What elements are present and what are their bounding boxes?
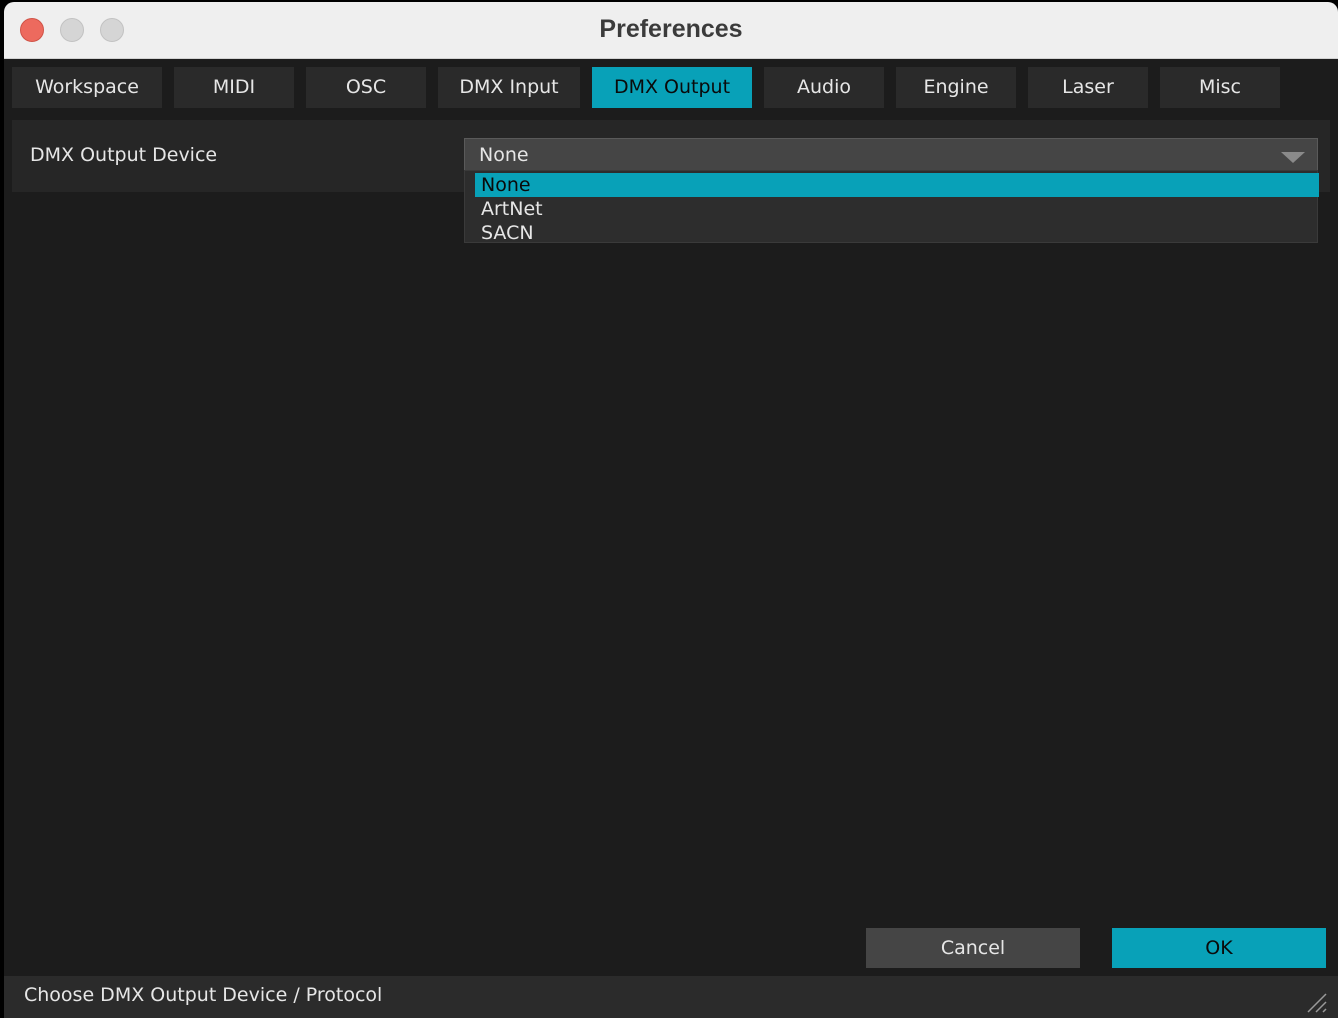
- option-sacn[interactable]: SACN: [475, 221, 1319, 245]
- tab-dmx-input[interactable]: DMX Input: [438, 67, 580, 108]
- dmx-output-device-label: DMX Output Device: [30, 144, 218, 166]
- ok-button[interactable]: OK: [1112, 928, 1326, 968]
- tab-audio[interactable]: Audio: [764, 67, 884, 108]
- tab-laser[interactable]: Laser: [1028, 67, 1148, 108]
- tab-dmx-output[interactable]: DMX Output: [592, 67, 752, 108]
- tab-workspace[interactable]: Workspace: [12, 67, 162, 108]
- device-dropdown-list: None ArtNet SACN: [464, 170, 1319, 245]
- tab-midi[interactable]: MIDI: [174, 67, 294, 108]
- status-text: Choose DMX Output Device / Protocol: [24, 984, 383, 1006]
- tab-engine[interactable]: Engine: [896, 67, 1016, 108]
- window-title: Preferences: [599, 15, 743, 43]
- tab-misc[interactable]: Misc: [1160, 67, 1280, 108]
- preferences-window: Preferences Workspace MIDI OSC DMX Input…: [4, 2, 1338, 1018]
- resize-grip-icon[interactable]: [1304, 990, 1328, 1014]
- option-none[interactable]: None: [475, 173, 1319, 197]
- cancel-button[interactable]: Cancel: [866, 928, 1080, 968]
- tab-osc[interactable]: OSC: [306, 67, 426, 108]
- title-bar[interactable]: Preferences: [4, 2, 1338, 59]
- select-current-value: None: [479, 144, 529, 166]
- chevron-down-icon: [1281, 152, 1305, 163]
- status-bar: Choose DMX Output Device / Protocol: [4, 976, 1338, 1018]
- option-artnet[interactable]: ArtNet: [475, 197, 1319, 221]
- dmx-output-device-select[interactable]: None: [464, 138, 1318, 172]
